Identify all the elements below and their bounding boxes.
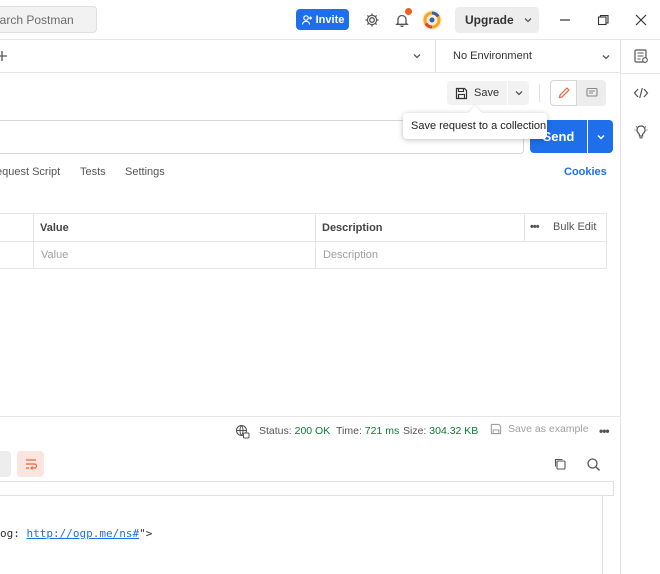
upgrade-label: Upgrade bbox=[465, 13, 514, 27]
avatar[interactable] bbox=[421, 9, 443, 31]
cookies-label: Cookies bbox=[564, 166, 607, 178]
lightbulb-icon bbox=[634, 125, 648, 139]
time-label: Time: bbox=[336, 425, 362, 437]
close-button[interactable] bbox=[631, 10, 651, 30]
upgrade-button[interactable]: Upgrade bbox=[455, 7, 539, 33]
search-icon bbox=[586, 457, 600, 471]
response-divider bbox=[0, 416, 620, 417]
comments-button[interactable] bbox=[577, 80, 606, 106]
plus-icon[interactable] bbox=[0, 50, 8, 62]
time-value: 721 ms bbox=[364, 425, 400, 437]
settings-button[interactable] bbox=[362, 10, 382, 30]
top-header: earch Postman Invite Upgrade bbox=[0, 0, 660, 40]
network-globe-icon[interactable] bbox=[235, 424, 250, 439]
save-label: Save bbox=[474, 87, 500, 99]
pencil-icon bbox=[558, 87, 570, 99]
wrap-lines-button[interactable] bbox=[17, 451, 44, 477]
add-user-icon bbox=[301, 14, 312, 25]
tab-settings[interactable]: Settings bbox=[125, 166, 165, 178]
context-info-button[interactable] bbox=[631, 122, 651, 142]
save-as-example-label: Save as example bbox=[508, 423, 589, 435]
avatar-icon bbox=[422, 10, 442, 30]
chevron-down-icon[interactable] bbox=[523, 15, 533, 25]
column-divider bbox=[315, 241, 316, 269]
environment-quick-look-icon bbox=[634, 49, 648, 63]
gear-icon bbox=[365, 13, 379, 27]
search-placeholder: earch Postman bbox=[0, 13, 74, 27]
response-code-line: og: http://ogp.me/ns#"> bbox=[0, 527, 152, 540]
row-divider bbox=[0, 241, 606, 242]
chevron-down-icon bbox=[515, 91, 522, 96]
column-divider bbox=[524, 214, 525, 241]
bulk-edit-button[interactable]: Bulk Edit bbox=[553, 221, 596, 233]
edit-button[interactable] bbox=[550, 80, 577, 106]
save-icon bbox=[490, 423, 502, 435]
status-readout[interactable]: Status: 200 OK bbox=[259, 425, 330, 437]
size-label: Size: bbox=[403, 425, 427, 437]
cookies-link[interactable]: Cookies bbox=[564, 166, 607, 178]
response-more-options-button[interactable]: ••• bbox=[599, 424, 610, 438]
chevron-down-icon bbox=[602, 55, 610, 60]
column-header-description: Description bbox=[322, 222, 383, 234]
code-snippet-button[interactable] bbox=[631, 83, 651, 103]
right-sidebar bbox=[620, 40, 660, 574]
code-suffix: "> bbox=[139, 527, 153, 540]
status-value: 200 OK bbox=[294, 425, 331, 437]
send-options-button[interactable] bbox=[588, 120, 613, 153]
minimize-button[interactable] bbox=[555, 10, 575, 30]
maximize-button[interactable] bbox=[593, 10, 613, 30]
notification-dot bbox=[405, 8, 412, 15]
close-icon bbox=[635, 14, 647, 26]
restore-icon bbox=[597, 14, 609, 26]
size-readout[interactable]: Size: 304.32 KB bbox=[403, 425, 478, 437]
response-body-header bbox=[0, 481, 614, 496]
size-value: 304.32 KB bbox=[429, 425, 479, 437]
save-tooltip: Save request to a collection bbox=[403, 113, 547, 139]
environment-selected: No Environment bbox=[453, 50, 532, 62]
column-header-value: Value bbox=[40, 222, 69, 234]
environment-quick-look-button[interactable] bbox=[631, 46, 651, 66]
tab-label: Tests bbox=[80, 166, 106, 178]
search-response-button[interactable] bbox=[584, 455, 602, 473]
save-options-button[interactable] bbox=[508, 81, 529, 105]
comment-icon bbox=[585, 87, 598, 97]
tab-label: equest Script bbox=[0, 166, 61, 178]
tab-label: Settings bbox=[125, 166, 165, 178]
response-scrollbar-track[interactable] bbox=[602, 496, 603, 574]
column-divider bbox=[33, 241, 34, 269]
sidebar-divider bbox=[621, 73, 660, 74]
search-input[interactable]: earch Postman bbox=[0, 6, 97, 33]
toolbar-divider bbox=[539, 84, 540, 102]
save-as-example-button[interactable]: Save as example bbox=[490, 423, 589, 435]
invite-button[interactable]: Invite bbox=[296, 9, 349, 30]
description-input[interactable]: Description bbox=[323, 249, 378, 261]
invite-label: Invite bbox=[315, 13, 345, 26]
code-link[interactable]: http://ogp.me/ns# bbox=[27, 527, 140, 540]
save-tooltip-text: Save request to a collection bbox=[411, 120, 547, 132]
tab-pre-request-script[interactable]: equest Script bbox=[0, 166, 60, 178]
minimize-icon bbox=[560, 19, 570, 21]
notifications-button[interactable] bbox=[392, 8, 412, 30]
code-icon bbox=[633, 87, 649, 99]
copy-button[interactable] bbox=[551, 455, 569, 473]
column-divider bbox=[315, 214, 316, 241]
column-divider bbox=[33, 214, 34, 241]
status-label: Status: bbox=[259, 425, 292, 437]
tabs-overflow-chevron-icon[interactable] bbox=[412, 51, 422, 61]
send-label: Send bbox=[542, 129, 575, 144]
chevron-down-icon bbox=[597, 134, 604, 139]
tab-tests[interactable]: Tests bbox=[80, 166, 106, 178]
save-button[interactable]: Save bbox=[447, 81, 507, 105]
wrap-text-icon bbox=[25, 459, 37, 470]
response-format-selector[interactable] bbox=[0, 451, 11, 477]
params-table: Value Description ••• Bulk Edit Value De… bbox=[0, 213, 607, 269]
time-readout[interactable]: Time: 721 ms bbox=[336, 425, 399, 437]
environment-selector[interactable]: No Environment bbox=[435, 40, 620, 73]
more-options-button[interactable]: ••• bbox=[530, 221, 540, 233]
code-prefix: og: bbox=[0, 527, 27, 540]
value-input[interactable]: Value bbox=[41, 249, 68, 261]
save-icon bbox=[455, 87, 468, 99]
copy-icon bbox=[554, 458, 566, 470]
